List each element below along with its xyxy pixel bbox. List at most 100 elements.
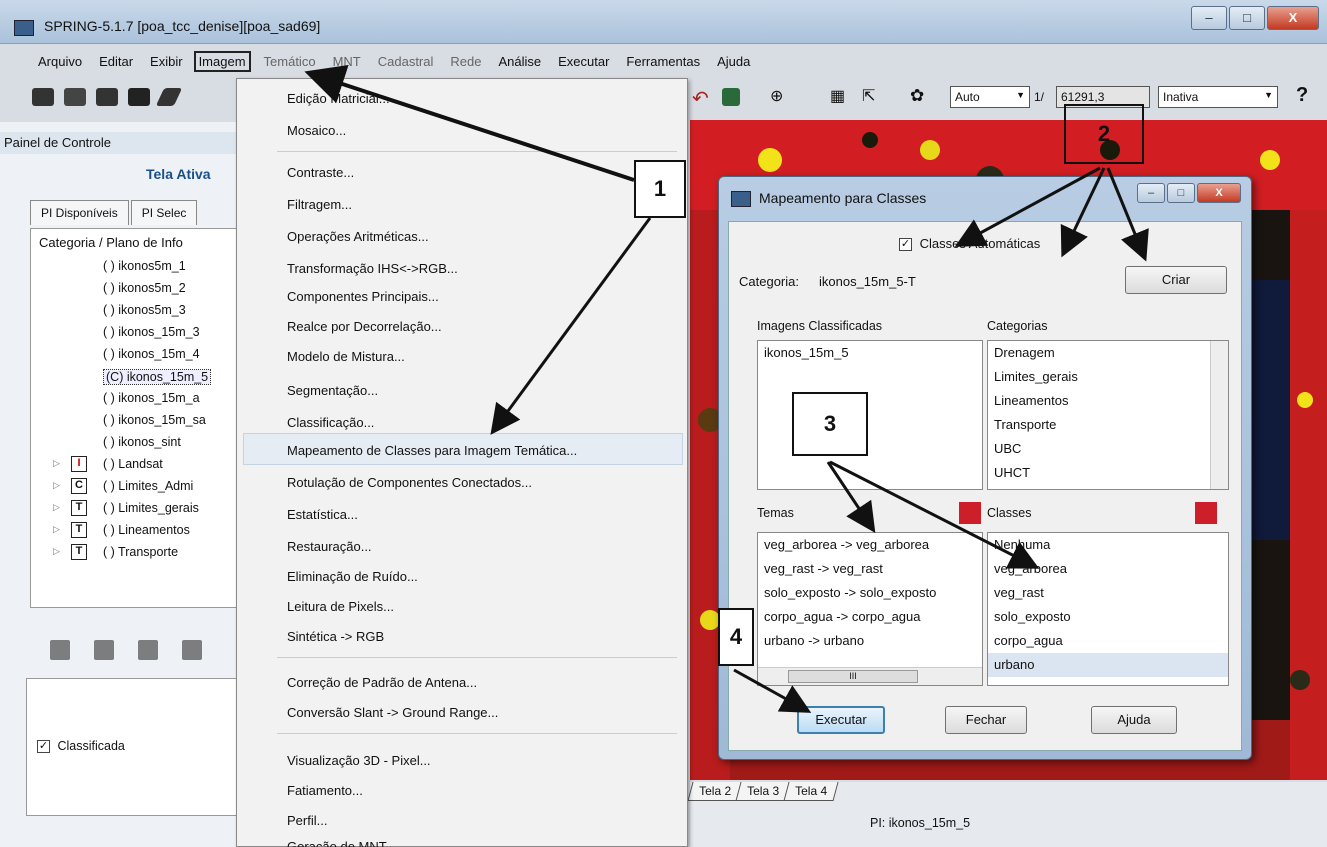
- menu-item-geracao-mnt[interactable]: Geração de MNT...: [287, 839, 396, 847]
- menu-item-fatiamento[interactable]: Fatiamento...: [287, 783, 363, 798]
- menu-item-segmentacao[interactable]: Segmentação...: [287, 383, 378, 398]
- grid-icon[interactable]: [128, 88, 150, 106]
- tab-tela-3[interactable]: Tela 3: [735, 782, 791, 801]
- tree-row[interactable]: ▷ T ( ) Limites_gerais: [31, 498, 239, 520]
- tab-tela-2[interactable]: Tela 2: [687, 782, 743, 801]
- menu-editar[interactable]: Editar: [99, 54, 133, 69]
- tree-row[interactable]: ( ) ikonos5m_3: [31, 300, 239, 322]
- menu-executar[interactable]: Executar: [558, 54, 609, 69]
- menu-analise[interactable]: Análise: [498, 54, 541, 69]
- expand-arrow-icon[interactable]: ▷: [53, 546, 60, 557]
- zoom-mode-select[interactable]: Auto ▼: [950, 86, 1030, 108]
- classified-images-list[interactable]: ikonos_15m_5: [757, 340, 983, 490]
- layers-icon[interactable]: [96, 88, 118, 106]
- palette-icon[interactable]: ✿: [910, 86, 924, 106]
- list-item[interactable]: UBC: [988, 437, 1228, 461]
- minimize-button[interactable]: –: [1191, 6, 1227, 30]
- tree-row[interactable]: ( ) ikonos_15m_a: [31, 388, 239, 410]
- tree-row[interactable]: ( ) ikonos_sint: [31, 432, 239, 454]
- classes-color-swatch[interactable]: [1195, 502, 1217, 524]
- menu-mnt[interactable]: MNT: [333, 54, 361, 69]
- menu-item-conversao-slant[interactable]: Conversão Slant -> Ground Range...: [287, 705, 498, 720]
- menu-cadastral[interactable]: Cadastral: [378, 54, 434, 69]
- list-item[interactable]: veg_arborea: [988, 557, 1228, 581]
- menu-item-edicao-matricial[interactable]: Edição Matricial...: [287, 91, 390, 106]
- expand-arrow-icon[interactable]: ▷: [53, 458, 60, 469]
- list-item[interactable]: urbano -> urbano: [758, 629, 982, 653]
- list-item[interactable]: ikonos_15m_5: [758, 341, 982, 365]
- list-item[interactable]: Lineamentos: [988, 389, 1228, 413]
- database-icon[interactable]: [32, 88, 54, 106]
- menu-item-correcao-antena[interactable]: Correção de Padrão de Antena...: [287, 675, 477, 690]
- classified-checkbox-row[interactable]: ✓ Classificada: [37, 739, 125, 754]
- menu-item-filtragem[interactable]: Filtragem...: [287, 197, 352, 212]
- execute-button[interactable]: Executar: [797, 706, 885, 734]
- help-icon[interactable]: ?: [1296, 84, 1308, 107]
- list-item[interactable]: Transporte: [988, 413, 1228, 437]
- menu-exibir[interactable]: Exibir: [150, 54, 183, 69]
- undo-icon[interactable]: ↶: [692, 86, 709, 111]
- themes-scrollbar[interactable]: III: [758, 667, 982, 685]
- tab-pi-disponiveis[interactable]: PI Disponíveis: [30, 200, 129, 225]
- list-item[interactable]: veg_arborea -> veg_arborea: [758, 533, 982, 557]
- menu-item-perfil[interactable]: Perfil...: [287, 813, 327, 828]
- tree-row[interactable]: ▷ C ( ) Limites_Admi: [31, 476, 239, 498]
- list-item[interactable]: Drenagem: [988, 341, 1228, 365]
- fit-window-icon[interactable]: ▦: [830, 86, 845, 106]
- dialog-maximize-button[interactable]: □: [1167, 183, 1195, 203]
- zoom-icon[interactable]: ⊕: [770, 86, 783, 106]
- tree-row[interactable]: ( ) ikonos5m_1: [31, 256, 239, 278]
- list-item[interactable]: solo_exposto: [988, 605, 1228, 629]
- menu-item-leitura-pixels[interactable]: Leitura de Pixels...: [287, 599, 394, 614]
- list-icon[interactable]: [50, 640, 70, 660]
- list-item[interactable]: UHCT: [988, 461, 1228, 485]
- list-item-selected[interactable]: urbano: [988, 653, 1228, 677]
- auto-classes-row[interactable]: ✓ Classes Automáticas: [899, 236, 1040, 252]
- help-button[interactable]: Ajuda: [1091, 706, 1177, 734]
- menu-item-operacoes-aritmeticas[interactable]: Operações Aritméticas...: [287, 229, 429, 244]
- menu-item-modelo-mistura[interactable]: Modelo de Mistura...: [287, 349, 405, 364]
- menu-item-classificacao[interactable]: Classificação...: [287, 415, 374, 430]
- menu-tematico[interactable]: Temático: [264, 54, 316, 69]
- expand-arrow-icon[interactable]: ▷: [53, 524, 60, 535]
- classes-list[interactable]: Nenhuma veg_arborea veg_rast solo_expost…: [987, 532, 1229, 686]
- list-item[interactable]: solo_exposto -> solo_exposto: [758, 581, 982, 605]
- status-select[interactable]: Inativa ▼: [1158, 86, 1278, 108]
- cursor-tool-icon[interactable]: [722, 88, 740, 106]
- tree-row[interactable]: ( ) ikonos_15m_sa: [31, 410, 239, 432]
- classified-checkbox[interactable]: ✓: [37, 740, 50, 754]
- menu-item-contraste[interactable]: Contraste...: [287, 165, 354, 180]
- tree-row-selected[interactable]: (C) ikonos_15m_5: [31, 366, 239, 388]
- expand-arrow-icon[interactable]: ▷: [53, 480, 60, 491]
- close-button[interactable]: X: [1267, 6, 1319, 30]
- tab-tela-4[interactable]: Tela 4: [783, 782, 839, 801]
- menu-arquivo[interactable]: Arquivo: [38, 54, 82, 69]
- menu-ajuda[interactable]: Ajuda: [717, 54, 750, 69]
- tree-row[interactable]: ▷ I ( ) Landsat: [31, 454, 239, 476]
- dialog-minimize-button[interactable]: –: [1137, 183, 1165, 203]
- open-project-icon[interactable]: [64, 88, 86, 106]
- menu-item-restauracao[interactable]: Restauração...: [287, 539, 372, 554]
- list-item[interactable]: corpo_agua: [988, 629, 1228, 653]
- tab-pi-selecionados[interactable]: PI Selec: [130, 200, 198, 225]
- create-button[interactable]: Criar: [1125, 266, 1227, 294]
- eraser-icon[interactable]: [155, 88, 183, 106]
- list-item[interactable]: corpo_agua -> corpo_agua: [758, 605, 982, 629]
- list-item[interactable]: Nenhuma: [988, 533, 1228, 557]
- menu-item-componentes-principais[interactable]: Componentes Principais...: [287, 289, 439, 304]
- menu-item-rotulacao[interactable]: Rotulação de Componentes Conectados...: [287, 475, 532, 490]
- menu-item-realce-decorrelacao[interactable]: Realce por Decorrelação...: [287, 319, 442, 334]
- pointer-plus-icon[interactable]: ⇱: [862, 86, 875, 106]
- menu-item-visualizacao-3d[interactable]: Visualização 3D - Pixel...: [287, 753, 431, 768]
- maximize-button[interactable]: □: [1229, 6, 1265, 30]
- table-icon[interactable]: [94, 640, 114, 660]
- tree-row[interactable]: ( ) ikonos5m_2: [31, 278, 239, 300]
- scroll-thumb[interactable]: III: [788, 670, 918, 683]
- menu-item-transformacao-ihs[interactable]: Transformação IHS<->RGB...: [287, 261, 458, 276]
- edit-icon[interactable]: [138, 640, 158, 660]
- list-item[interactable]: veg_rast -> veg_rast: [758, 557, 982, 581]
- menu-item-estatistica[interactable]: Estatística...: [287, 507, 358, 522]
- menu-ferramentas[interactable]: Ferramentas: [626, 54, 700, 69]
- menu-item-mapeamento-classes[interactable]: Mapeamento de Classes para Imagem Temáti…: [287, 443, 577, 458]
- menu-rede[interactable]: Rede: [450, 54, 481, 69]
